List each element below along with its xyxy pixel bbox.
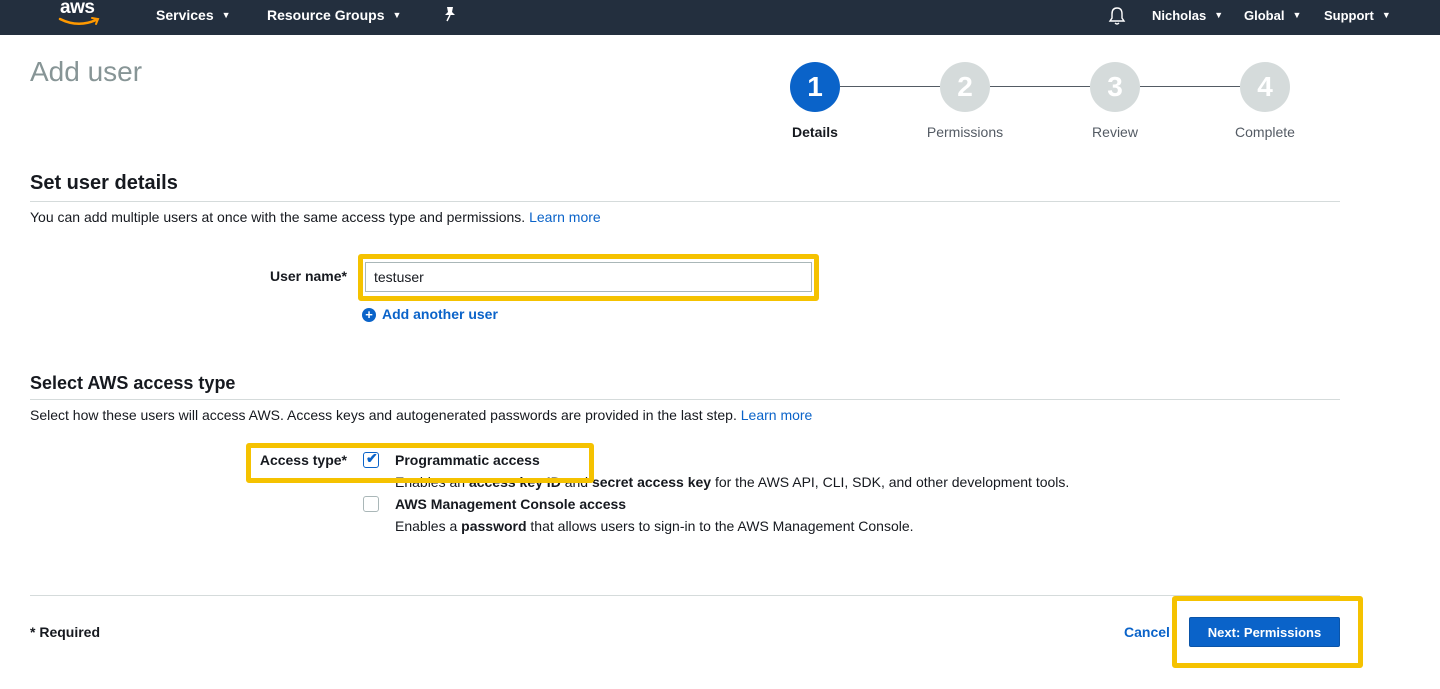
chevron-down-icon: ▼ (1214, 10, 1224, 20)
step-3-circle: 3 (1090, 62, 1140, 112)
desc-text: and (560, 474, 592, 490)
learn-more-link[interactable]: Learn more (741, 407, 813, 423)
step-4-circle: 4 (1240, 62, 1290, 112)
desc-text: for the AWS API, CLI, SDK, and other dev… (711, 474, 1070, 490)
step-2-label: Permissions (926, 124, 1004, 140)
username-label: User name* (269, 268, 347, 284)
step-1-circle: 1 (790, 62, 840, 112)
wizard-connector (1140, 86, 1240, 87)
cancel-button[interactable]: Cancel (1124, 624, 1170, 640)
page-title: Add user (30, 56, 143, 87)
aws-logo[interactable]: aws (58, 0, 104, 30)
user-details-text: You can add multiple users at once with … (30, 209, 526, 225)
access-type-text: Select how these users will access AWS. … (30, 407, 737, 423)
access-type-description: Select how these users will access AWS. … (30, 407, 812, 423)
learn-more-link[interactable]: Learn more (529, 209, 601, 225)
console-access-checkbox[interactable] (363, 496, 379, 512)
step-2-circle: 2 (940, 62, 990, 112)
user-details-description: You can add multiple users at once with … (30, 209, 601, 225)
chevron-down-icon: ▼ (1292, 10, 1302, 20)
region-menu[interactable]: Global ▼ (1244, 8, 1301, 23)
region-label: Global (1244, 8, 1285, 23)
programmatic-access-description: Enables an access key ID and secret acce… (395, 474, 1069, 490)
resource-groups-label: Resource Groups (267, 7, 385, 23)
desc-bold: access key ID (468, 474, 561, 490)
plus-circle-icon: + (362, 308, 376, 322)
next-permissions-button[interactable]: Next: Permissions (1189, 617, 1340, 647)
resource-groups-menu[interactable]: Resource Groups ▼ (267, 7, 401, 23)
step-1-label: Details (792, 124, 838, 140)
support-menu[interactable]: Support ▼ (1324, 8, 1391, 23)
chevron-down-icon: ▼ (1381, 10, 1391, 20)
username-input[interactable] (365, 262, 812, 292)
console-access-title: AWS Management Console access (395, 496, 627, 512)
section-divider (30, 201, 1340, 202)
desc-text: that allows users to sign-in to the AWS … (526, 518, 914, 534)
services-menu[interactable]: Services ▼ (156, 7, 231, 23)
required-note: * Required (30, 624, 101, 640)
add-another-label: Add another user (382, 306, 498, 322)
wizard-connector (990, 86, 1090, 87)
section-divider (30, 399, 1340, 400)
bell-icon[interactable] (1108, 6, 1126, 26)
console-access-description: Enables a password that allows users to … (395, 518, 914, 534)
pin-icon[interactable] (443, 6, 457, 22)
user-menu[interactable]: Nicholas ▼ (1152, 8, 1223, 23)
support-label: Support (1324, 8, 1374, 23)
checkmark-icon: ✔ (366, 450, 378, 466)
chevron-down-icon: ▼ (221, 10, 231, 20)
access-type-heading: Select AWS access type (30, 373, 236, 393)
desc-bold: secret access key (591, 474, 712, 490)
desc-text: Enables an (395, 474, 469, 490)
services-label: Services (156, 7, 214, 23)
aws-smile-icon (58, 17, 100, 25)
access-type-label: Access type* (259, 452, 347, 468)
wizard-connector (840, 86, 940, 87)
programmatic-access-checkbox[interactable]: ✔ (363, 450, 379, 468)
chevron-down-icon: ▼ (392, 10, 402, 20)
add-another-user-button[interactable]: + Add another user (362, 306, 498, 322)
step-4-label: Complete (1235, 124, 1295, 140)
desc-text: Enables a (395, 518, 462, 534)
user-details-heading: Set user details (30, 172, 178, 194)
step-3-label: Review (1092, 124, 1138, 140)
footer-divider (30, 595, 1340, 596)
top-nav-bar: aws Services ▼ Resource Groups ▼ Nicholas ▼… (0, 0, 1440, 35)
programmatic-access-title: Programmatic access (395, 452, 540, 468)
user-name: Nicholas (1152, 8, 1207, 23)
desc-bold: password (461, 518, 527, 534)
